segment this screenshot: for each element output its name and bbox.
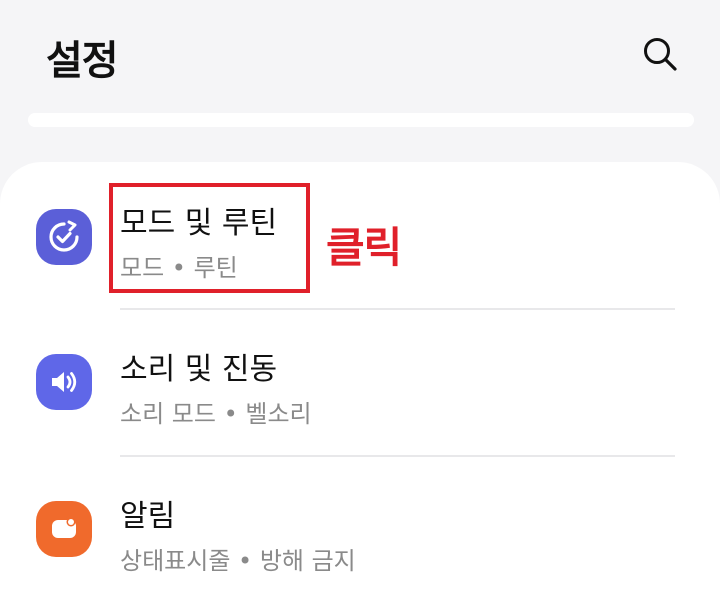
- settings-item-title: 소리 및 진동: [120, 352, 278, 387]
- settings-item-subtitle: 상태표시줄 • 방해 금지: [120, 547, 356, 575]
- search-button[interactable]: [636, 30, 684, 78]
- settings-item-sounds-vibration[interactable]: 소리 및 진동 소리 모드 • 벨소리: [0, 310, 720, 455]
- search-icon: [644, 38, 677, 71]
- page-title: 설정: [46, 38, 119, 84]
- settings-item-title: 알림: [120, 499, 176, 534]
- speaker-icon: [36, 354, 92, 410]
- previous-card-edge: [28, 113, 694, 127]
- highlight-box: [109, 183, 310, 293]
- settings-item-notifications[interactable]: 알림 상태표시줄 • 방해 금지: [0, 457, 720, 602]
- modes-routines-check-icon: [36, 209, 92, 265]
- notification-icon: [36, 501, 92, 557]
- app-header: 설정: [0, 0, 720, 110]
- click-annotation: 클릭: [326, 223, 402, 272]
- settings-item-subtitle: 소리 모드 • 벨소리: [120, 400, 312, 428]
